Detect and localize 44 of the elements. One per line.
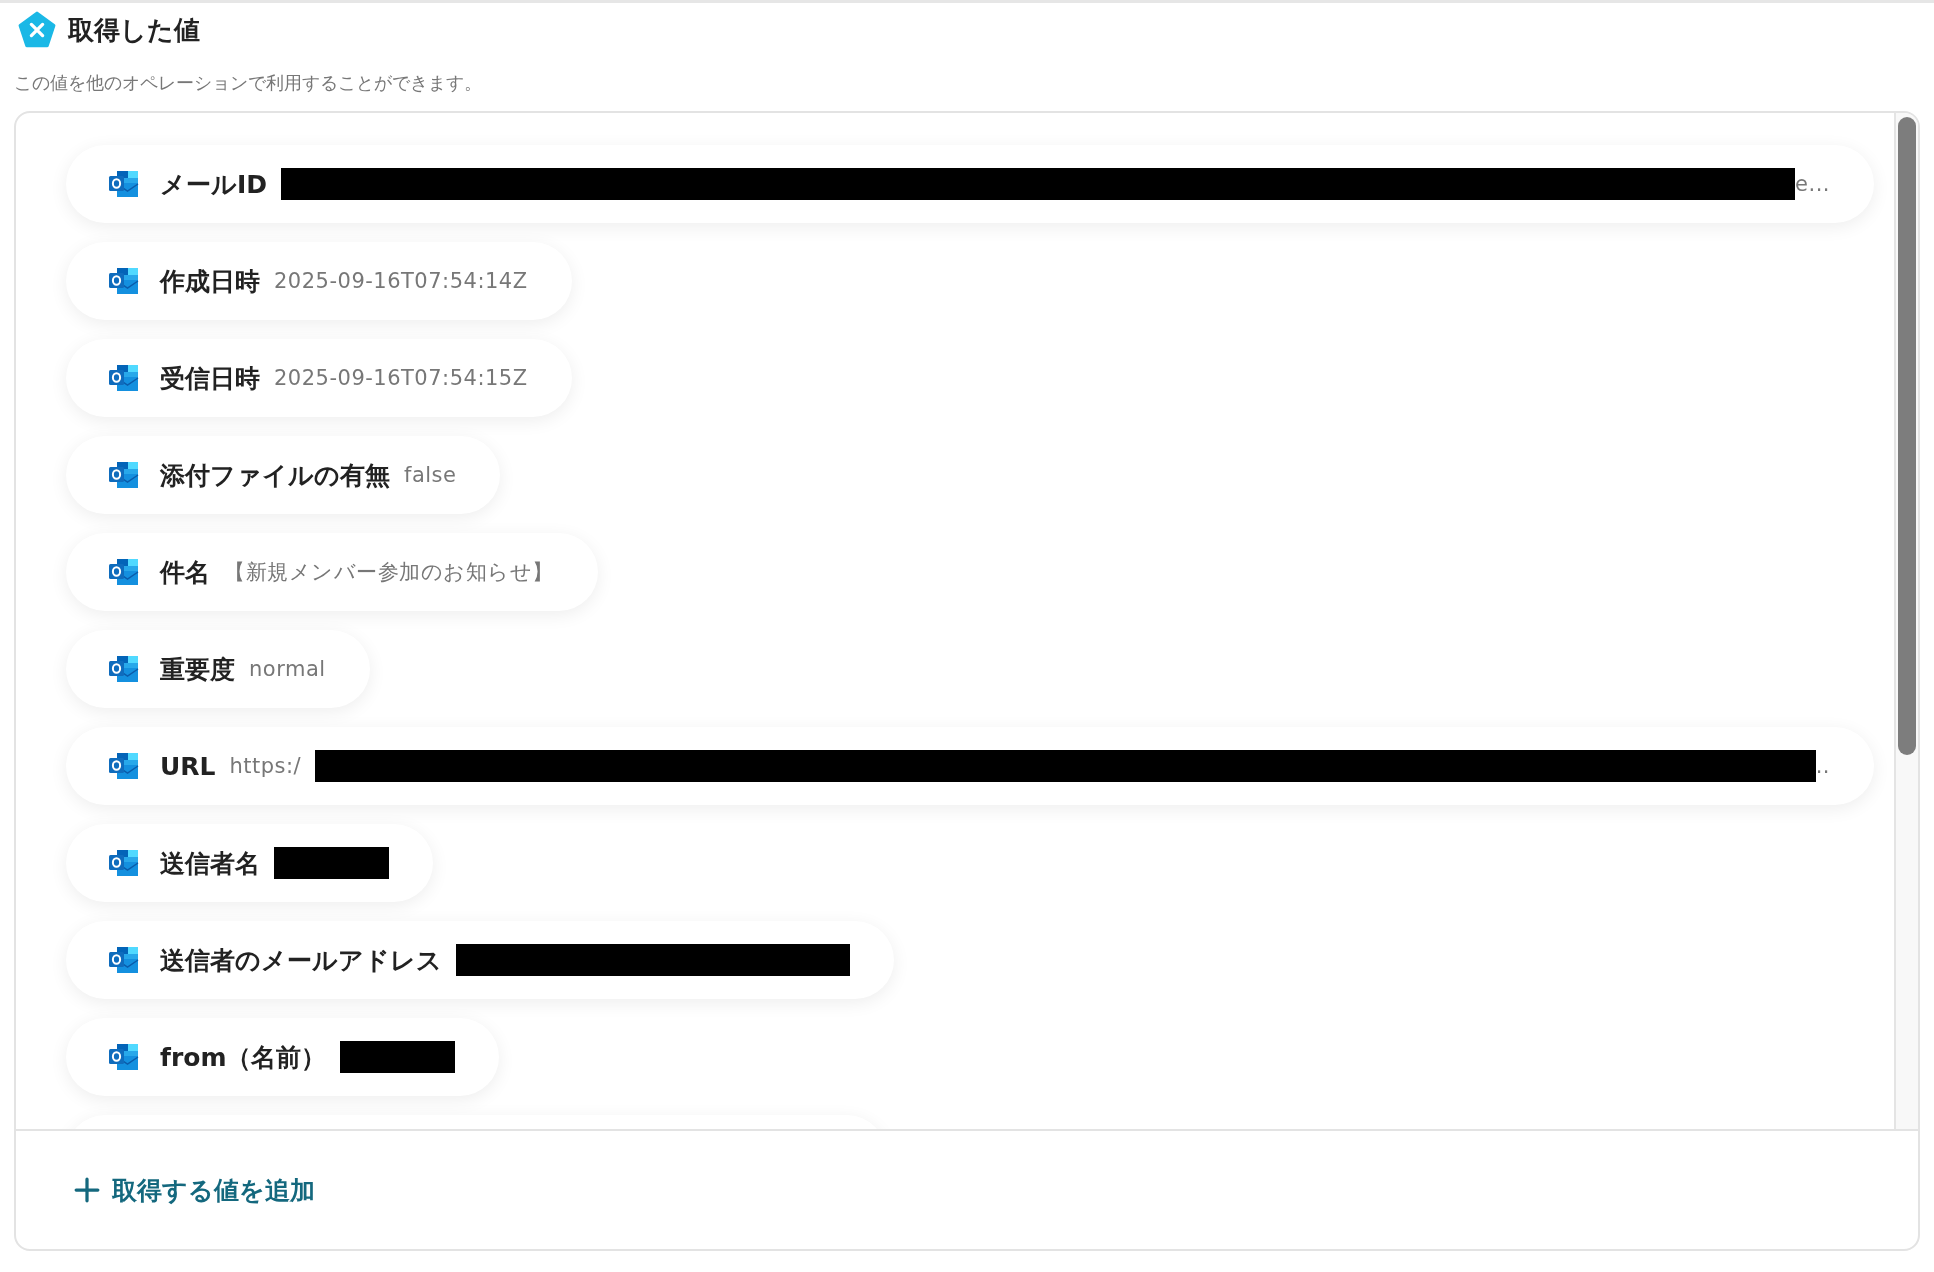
mail-app-icon: [108, 267, 140, 295]
value-text: 【新規メンバー参加のお知らせ】: [224, 559, 554, 586]
section-title: 取得した値: [68, 13, 200, 47]
value-label: 送信者名: [160, 847, 260, 880]
value-text: 2025-09-16T07:54:15Z: [274, 366, 528, 390]
scrollbar[interactable]: [1894, 113, 1918, 1129]
value-text: https:/: [229, 754, 302, 778]
value-text: e...: [1795, 172, 1830, 196]
value-chip[interactable]: 作成日時 2025-09-16T07:54:14Z: [66, 242, 572, 320]
value-label: 件名: [160, 556, 210, 589]
plus-icon: [74, 1177, 100, 1203]
value-label: 作成日時: [160, 265, 260, 298]
add-value-button[interactable]: 取得する値を追加: [70, 1169, 319, 1211]
app-logo-icon: [18, 11, 56, 49]
mail-app-icon: [108, 946, 140, 974]
mail-app-icon: [108, 849, 140, 877]
section-description: この値を他のオペレーションで利用することができます。: [14, 71, 483, 95]
value-chip[interactable]: 添付ファイルの有無 false: [66, 436, 501, 514]
value-text: 2025-09-16T07:54:14Z: [274, 269, 528, 293]
value-label: from（名前）: [160, 1041, 327, 1074]
value-label: 重要度: [160, 653, 235, 686]
value-chip[interactable]: URL https:/ ..: [66, 727, 1874, 805]
mail-app-icon: [108, 170, 140, 198]
mail-app-icon: [108, 752, 140, 780]
value-text: ..: [1815, 754, 1830, 778]
value-chip[interactable]: from（名前）: [66, 1018, 500, 1096]
mail-app-icon: [108, 1043, 140, 1071]
value-label: 添付ファイルの有無: [160, 459, 390, 492]
mail-app-icon: [108, 461, 140, 489]
value-chip[interactable]: 送信者名: [66, 824, 433, 902]
value-chip[interactable]: 件名 【新規メンバー参加のお知らせ】: [66, 533, 598, 611]
value-label: 受信日時: [160, 362, 260, 395]
value-chip[interactable]: 受信日時 2025-09-16T07:54:15Z: [66, 339, 572, 417]
mail-app-icon: [108, 558, 140, 586]
value-text: false: [404, 463, 457, 487]
mail-app-icon: [108, 364, 140, 392]
value-text: normal: [249, 657, 326, 681]
value-label: 送信者のメールアドレス: [160, 944, 442, 977]
value-label: URL: [160, 751, 216, 781]
value-chip[interactable]: 送信者のメールアドレス: [66, 921, 894, 999]
value-chip[interactable]: メールID e...: [66, 145, 1874, 223]
value-label: メールID: [160, 168, 268, 201]
value-chip[interactable]: 重要度 normal: [66, 630, 370, 708]
mail-app-icon: [108, 655, 140, 683]
